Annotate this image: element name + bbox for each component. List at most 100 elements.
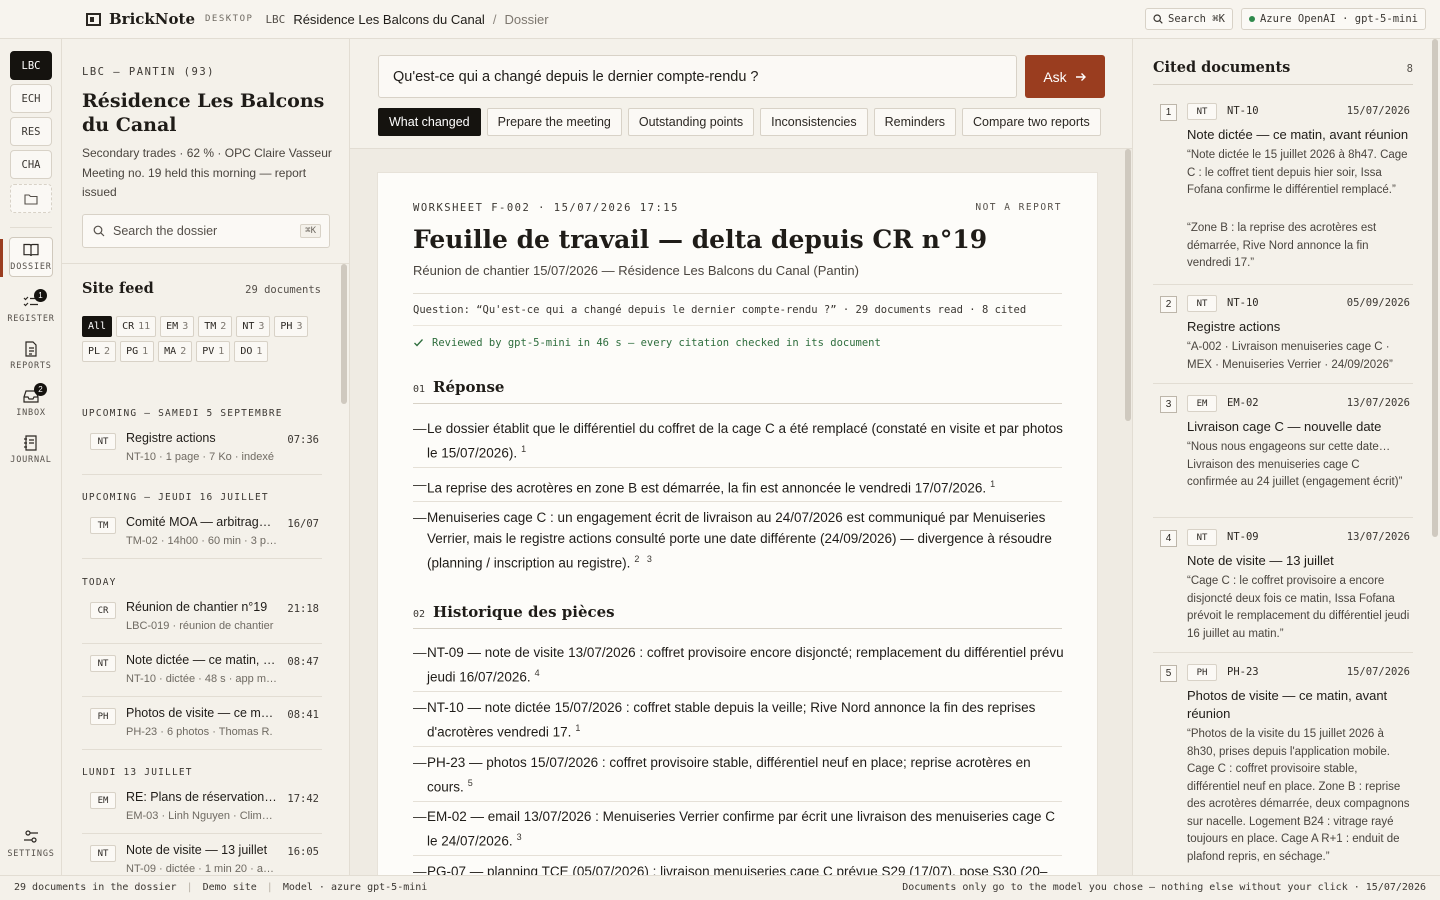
doc-type-tag: NT bbox=[1187, 529, 1217, 546]
preset-compare-reports[interactable]: Compare two reports bbox=[962, 108, 1101, 136]
breadcrumb-project[interactable]: Résidence Les Balcons du Canal bbox=[293, 12, 485, 27]
cited-documents-panel: Cited documents 8 1 NT NT-10 15/07/2026 … bbox=[1132, 39, 1440, 875]
filter-chip-pv[interactable]: PV 1 bbox=[196, 341, 231, 362]
filter-chip-ma[interactable]: MA 2 bbox=[158, 341, 193, 362]
main-scrollbar[interactable] bbox=[1125, 149, 1131, 421]
dossier-search-input[interactable]: Search the dossier ⌘K bbox=[82, 214, 330, 248]
filter-chip-tm[interactable]: TM 2 bbox=[198, 316, 233, 337]
breadcrumb-site-code[interactable]: LBC bbox=[265, 13, 285, 26]
answer-point: Le dossier établit que le différentiel d… bbox=[413, 418, 1065, 464]
dossier-search-placeholder: Search the dossier bbox=[113, 224, 218, 238]
doc-type-tag: EM bbox=[1187, 395, 1217, 412]
feed-group-label: UPCOMING — SAMEDI 5 SEPTEMBRE bbox=[82, 408, 283, 419]
divider bbox=[1153, 383, 1413, 384]
citation-ref[interactable]: 3 bbox=[517, 832, 522, 842]
brand-name: BrickNote bbox=[109, 10, 195, 28]
feed-item-time: 17:42 bbox=[287, 793, 319, 805]
feed-item[interactable]: CR Réunion de chantier n°19 21:18 LBC-01… bbox=[82, 596, 322, 644]
worksheet-question: Question: “Qu'est-ce qui a changé depuis… bbox=[413, 304, 1027, 316]
answer-text: Menuiseries cage C : un engagement écrit… bbox=[427, 510, 1052, 571]
feed-item-meta: NT-09 · dictée · 1 min 20 · app mobile bbox=[126, 863, 278, 875]
check-icon bbox=[414, 339, 423, 347]
nav-reports[interactable]: REPORTS bbox=[0, 336, 62, 380]
doc-type-tag: NT bbox=[90, 845, 116, 862]
citation-ref[interactable]: 1 bbox=[575, 723, 580, 733]
citation-index: 3 bbox=[1160, 396, 1177, 413]
doc-quote: “Note dictée le 15 juillet 2026 à 8h47. … bbox=[1187, 149, 1408, 196]
cited-document[interactable]: 4 NT NT-09 13/07/2026 Note de visite — 1… bbox=[1153, 527, 1413, 651]
history-point: PH-23 — photos 15/07/2026 : coffret prov… bbox=[413, 752, 1065, 798]
nav-inbox[interactable]: 2 INBOX bbox=[0, 383, 62, 427]
feed-item[interactable]: NT Note de visite — 13 juillet 16:05 NT-… bbox=[82, 839, 322, 875]
cited-document[interactable]: 5 PH PH-23 15/07/2026 Photos de visite —… bbox=[1153, 662, 1413, 875]
site-button-ech[interactable]: ECH bbox=[10, 84, 52, 113]
preset-prepare-meeting[interactable]: Prepare the meeting bbox=[486, 108, 622, 136]
feed-item[interactable]: PH Photos de visite — ce matin 08:41 PH-… bbox=[82, 702, 322, 750]
feed-item-title: Photos de visite — ce matin bbox=[126, 706, 278, 720]
cited-document[interactable]: 2 NT NT-10 05/09/2026 Registre actions “… bbox=[1153, 293, 1413, 383]
cited-document[interactable]: 1 NT NT-10 15/07/2026 Note dictée — ce m… bbox=[1153, 101, 1413, 271]
question-input[interactable]: Qu'est-ce qui a changé depuis le dernier… bbox=[378, 55, 1017, 98]
model-selector[interactable]: Azure OpenAI · gpt-5-mini bbox=[1240, 8, 1426, 30]
nav-settings[interactable]: SETTINGS bbox=[0, 824, 62, 868]
feed-item-time: 08:41 bbox=[287, 709, 319, 721]
status-separator: | bbox=[186, 882, 193, 893]
site-button-res[interactable]: RES bbox=[10, 117, 52, 146]
filter-chip-pl[interactable]: PL 2 bbox=[82, 341, 117, 362]
nav-register[interactable]: 1 REGISTER bbox=[0, 289, 62, 333]
citation-ref[interactable]: 2 3 bbox=[634, 554, 652, 564]
doc-title: Note dictée — ce matin, avant réunion bbox=[1187, 127, 1409, 142]
doc-type-tag: EM bbox=[90, 792, 116, 809]
filter-chip-all[interactable]: All bbox=[82, 316, 113, 337]
doc-quote: “Zone B : la reprise des acrotères est d… bbox=[1187, 222, 1377, 269]
filter-chip-ph[interactable]: PH 3 bbox=[274, 316, 309, 337]
feed-item[interactable]: TM Comité MOA — arbitrage coffret 16/07 … bbox=[82, 511, 322, 559]
nav-journal[interactable]: JOURNAL bbox=[0, 430, 62, 474]
feed-item[interactable]: NT Note dictée — ce matin, avant réunion… bbox=[82, 649, 322, 697]
chip-label: EM bbox=[166, 321, 179, 332]
citation-ref[interactable]: 5 bbox=[468, 778, 473, 788]
feed-item[interactable]: NT Registre actions 07:36 NT-10 · 1 page… bbox=[82, 427, 322, 475]
worksheet-title: Feuille de travail — delta depuis CR n°1… bbox=[413, 225, 988, 254]
chip-label: CR bbox=[122, 321, 135, 332]
preset-outstanding-points[interactable]: Outstanding points bbox=[627, 108, 755, 136]
filter-chip-cr[interactable]: CR 11 bbox=[116, 316, 157, 337]
divider bbox=[1153, 284, 1413, 285]
cited-scrollbar[interactable] bbox=[1432, 39, 1438, 537]
chip-label: PV bbox=[202, 346, 215, 357]
ask-button-label: Ask bbox=[1043, 68, 1067, 85]
filter-chip-do[interactable]: DO 1 bbox=[234, 341, 269, 362]
feed-scrollbar[interactable] bbox=[341, 264, 347, 404]
site-button-cha[interactable]: CHA bbox=[10, 150, 52, 179]
feed-item-meta: PH-23 · 6 photos · Thomas R. bbox=[126, 726, 273, 738]
chip-count: 2 bbox=[104, 346, 111, 357]
divider bbox=[413, 855, 1062, 856]
nav-inbox-label: INBOX bbox=[16, 408, 46, 418]
ask-button[interactable]: Ask bbox=[1025, 55, 1105, 98]
citation-ref[interactable]: 4 bbox=[535, 668, 540, 678]
preset-inconsistencies[interactable]: Inconsistencies bbox=[760, 108, 868, 136]
section-divider bbox=[413, 628, 1062, 629]
doc-date: 05/09/2026 bbox=[1346, 297, 1410, 309]
brand[interactable]: BrickNote DESKTOP bbox=[86, 10, 253, 28]
chip-label: NT bbox=[242, 321, 255, 332]
site-button-lbc[interactable]: LBC bbox=[10, 51, 52, 80]
add-site-button[interactable] bbox=[10, 184, 52, 213]
filter-chip-nt[interactable]: NT 3 bbox=[236, 316, 271, 337]
chip-count: 3 bbox=[296, 321, 303, 332]
global-search-button[interactable]: Search ⌘K bbox=[1145, 8, 1233, 30]
doc-type-tag: NT bbox=[90, 655, 116, 672]
history-point: PG-07 — planning TCE (05/07/2026) : livr… bbox=[413, 861, 1065, 875]
filter-chip-em[interactable]: EM 3 bbox=[160, 316, 195, 337]
feed-item-title: Note dictée — ce matin, avant réunion bbox=[126, 653, 278, 667]
citation-ref[interactable]: 1 bbox=[990, 479, 995, 489]
doc-title: Registre actions bbox=[1187, 319, 1281, 334]
filter-chip-pg[interactable]: PG 1 bbox=[120, 341, 155, 362]
preset-what-changed[interactable]: What changed bbox=[378, 108, 481, 136]
doc-type-tag: NT bbox=[90, 433, 116, 450]
preset-reminders[interactable]: Reminders bbox=[873, 108, 957, 136]
feed-item[interactable]: EM RE: Plans de réservation cage C 17:42… bbox=[82, 786, 322, 834]
nav-dossier[interactable]: DOSSIER bbox=[0, 237, 62, 281]
cited-document[interactable]: 3 EM EM-02 13/07/2026 Livraison cage C —… bbox=[1153, 393, 1413, 517]
citation-ref[interactable]: 1 bbox=[521, 444, 526, 454]
